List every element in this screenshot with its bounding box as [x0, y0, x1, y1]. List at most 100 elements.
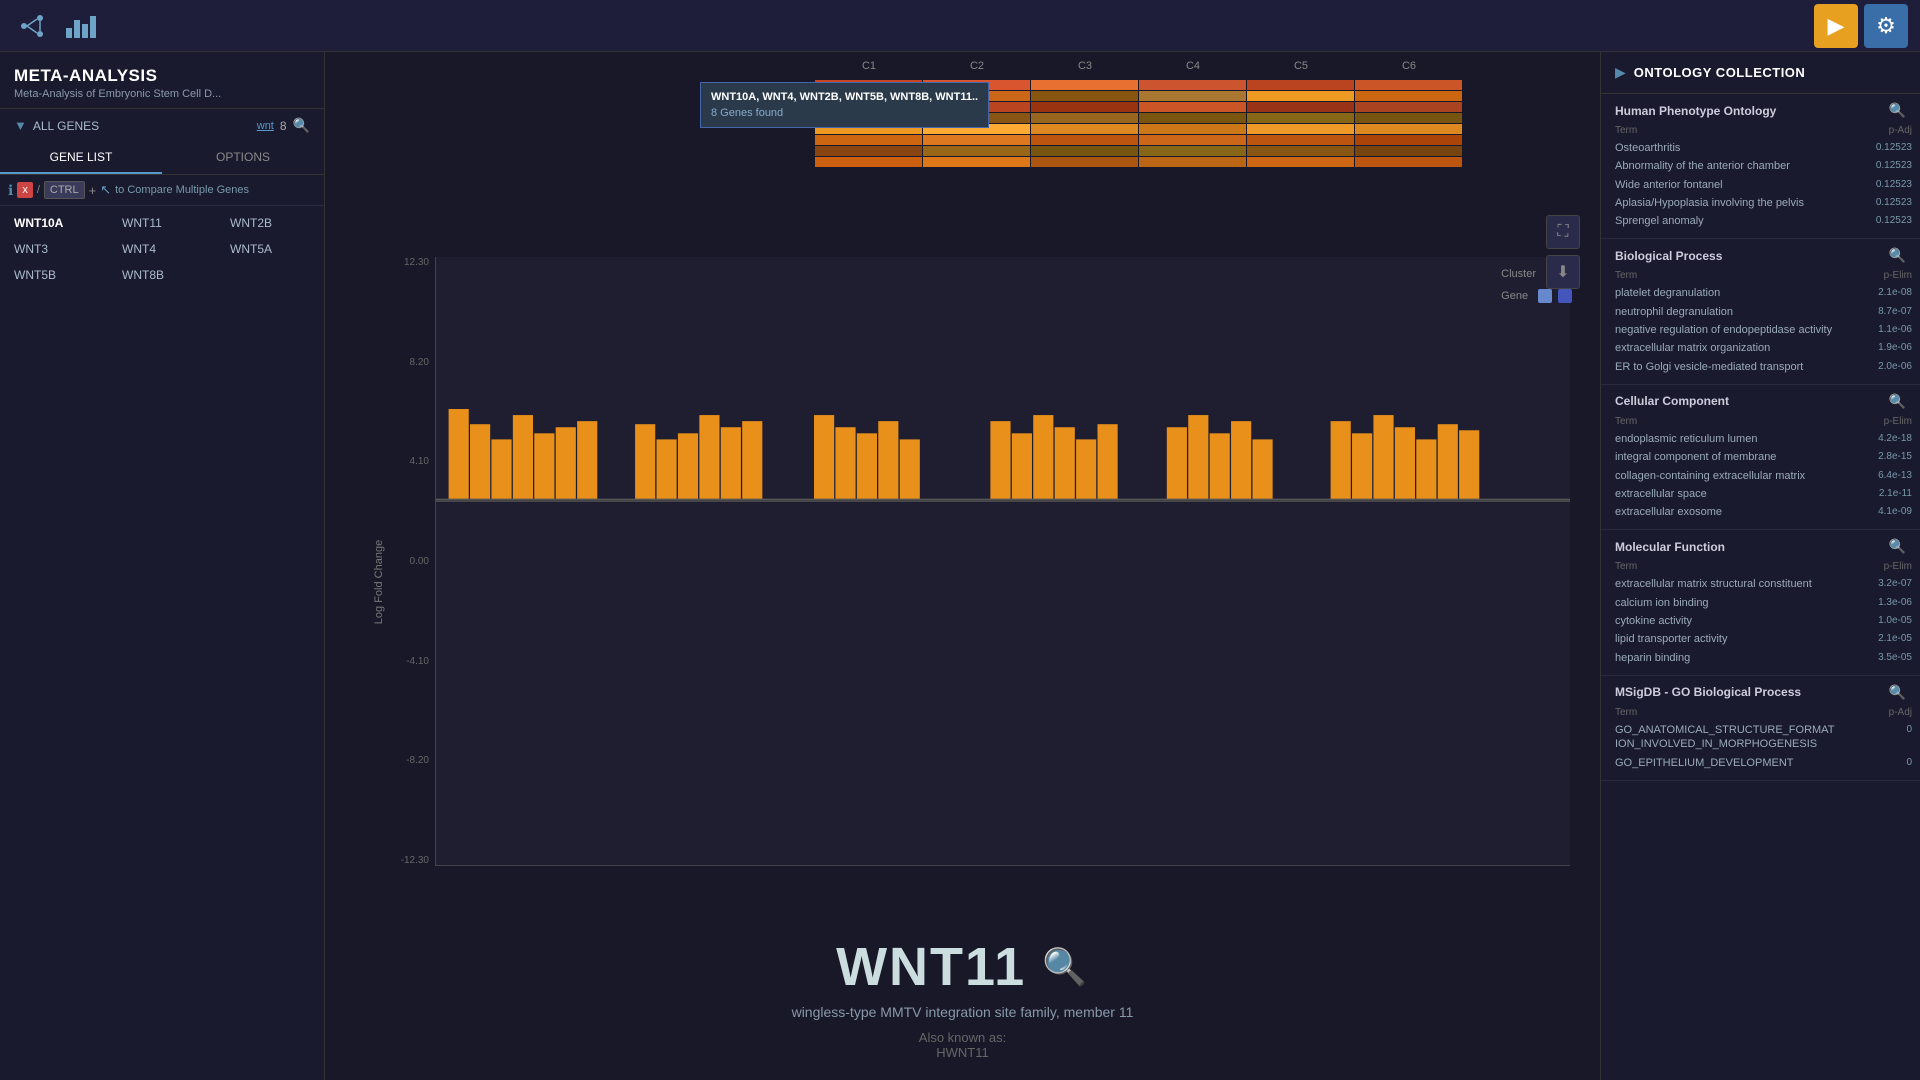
gene-name-text: WNT11 — [836, 936, 1026, 998]
msigdb-row-1[interactable]: GO_ANATOMICAL_STRUCTURE_FORMAT ION_INVOL… — [1615, 721, 1912, 754]
y-tick-12: 12.30 — [404, 257, 429, 268]
wnt-tag[interactable]: wnt — [257, 120, 274, 132]
y-tick-neg4: -4.10 — [406, 656, 429, 667]
gene-description: wingless-type MMTV integration site fami… — [345, 1004, 1580, 1020]
gene-wnt11[interactable]: WNT11 — [108, 210, 216, 236]
bio-process-search-icon[interactable]: 🔍 — [1889, 247, 1906, 264]
section-msigdb: MSigDB - GO Biological Process 🔍 Term p-… — [1601, 676, 1920, 781]
mf-row-1[interactable]: extracellular matrix structural constitu… — [1615, 575, 1912, 593]
mf-row-3[interactable]: cytokine activity 1.0e-05 — [1615, 612, 1912, 630]
hp-row-4[interactable]: Aplasia/Hypoplasia involving the pelvis … — [1615, 194, 1912, 212]
also-known-label: Also known as: — [919, 1030, 1006, 1045]
tab-gene-list[interactable]: GENE LIST — [0, 142, 162, 174]
section-bio-process: Biological Process 🔍 Term p-Elim platele… — [1601, 239, 1920, 384]
download-chart-button[interactable]: ⬇ — [1546, 255, 1580, 289]
cellular-component-header: Cellular Component 🔍 — [1601, 385, 1920, 414]
bp-row-1[interactable]: platelet degranulation 2.1e-08 — [1615, 284, 1912, 302]
bp-row-3[interactable]: negative regulation of endopeptidase act… — [1615, 321, 1912, 339]
cluster-label: Cluster — [1501, 268, 1536, 280]
gene-swatch-2 — [1558, 289, 1572, 303]
mf-row-2[interactable]: calcium ion binding 1.3e-06 — [1615, 594, 1912, 612]
mf-row-4[interactable]: lipid transporter activity 2.1e-05 — [1615, 630, 1912, 648]
settings-button[interactable]: ⚙ — [1864, 4, 1908, 48]
section-cellular-component: Cellular Component 🔍 Term p-Elim endopla… — [1601, 385, 1920, 530]
gene-wnt3[interactable]: WNT3 — [0, 236, 108, 262]
gene-wnt5a[interactable]: WNT5A — [216, 236, 324, 262]
expand-icon[interactable]: ▼ — [14, 118, 27, 133]
bp-row-4[interactable]: extracellular matrix organization 1.9e-0… — [1615, 339, 1912, 357]
gene-wnt5b[interactable]: WNT5B — [0, 262, 108, 288]
gene-wnt4[interactable]: WNT4 — [108, 236, 216, 262]
sidebar-toolbar: ℹ x / CTRL + ↖ to Compare Multiple Genes — [0, 175, 324, 206]
hp-row-5[interactable]: Sprengel anomaly 0.12523 — [1615, 212, 1912, 230]
cc-table-header: Term p-Elim — [1615, 414, 1912, 430]
y-axis: 12.30 8.20 4.10 0.00 -4.10 -8.20 -12.30 — [385, 257, 435, 866]
tooltip-found: 8 Genes found — [711, 107, 978, 119]
gene-search-icon[interactable]: 🔍 — [1042, 946, 1089, 988]
gene-wnt8b[interactable]: WNT8B — [108, 262, 216, 288]
tab-options[interactable]: OPTIONS — [162, 142, 324, 174]
chart-canvas: 12.30 8.20 4.10 0.00 -4.10 -8.20 -12.30 — [385, 257, 1570, 896]
heatmap-tooltip: WNT10A, WNT4, WNT2B, WNT5B, WNT8B, WNT11… — [700, 82, 989, 128]
msigdb-search-icon[interactable]: 🔍 — [1889, 684, 1906, 701]
tooltip-genes: WNT10A, WNT4, WNT2B, WNT5B, WNT8B, WNT11… — [711, 91, 978, 103]
mf-table-header: Term p-Elim — [1615, 559, 1912, 575]
center-panel: C1 C2 C3 C4 C5 C6 WNT10A, WNT4, WNT2B, W… — [325, 52, 1600, 1080]
main-layout: META-ANALYSIS Meta-Analysis of Embryonic… — [0, 52, 1920, 1080]
cc-row-5[interactable]: extracellular exosome 4.1e-09 — [1615, 503, 1912, 521]
cc-row-2[interactable]: integral component of membrane 2.8e-15 — [1615, 448, 1912, 466]
col-c3: C3 — [1031, 60, 1139, 72]
right-panel: ▶ ONTOLOGY COLLECTION Human Phenotype On… — [1600, 52, 1920, 1080]
sidebar-header: META-ANALYSIS Meta-Analysis of Embryonic… — [0, 52, 324, 109]
sidebar-search-icon[interactable]: 🔍 — [293, 117, 310, 134]
human-phenotype-title: Human Phenotype Ontology — [1615, 104, 1889, 118]
compare-label[interactable]: to Compare Multiple Genes — [115, 184, 249, 196]
gene-wnt2b[interactable]: WNT2B — [216, 210, 324, 236]
section-molecular-function: Molecular Function 🔍 Term p-Elim extrace… — [1601, 530, 1920, 675]
cc-row-1[interactable]: endoplasmic reticulum lumen 4.2e-18 — [1615, 430, 1912, 448]
hp-col-padj: p-Adj — [1842, 125, 1912, 136]
cellular-component-search-icon[interactable]: 🔍 — [1889, 393, 1906, 410]
mf-row-5[interactable]: heparin binding 3.5e-05 — [1615, 649, 1912, 667]
gene-grid: WNT10A WNT11 WNT2B WNT3 WNT4 WNT5A WNT5B… — [0, 206, 324, 292]
hp-row-1[interactable]: Osteoarthritis 0.12523 — [1615, 139, 1912, 157]
info-icon[interactable]: ℹ — [8, 182, 13, 199]
cc-row-3[interactable]: collagen-containing extracellular matrix… — [1615, 467, 1912, 485]
all-genes-label: ALL GENES — [33, 119, 257, 133]
col-c1: C1 — [815, 60, 923, 72]
gene-also-known-as-value: HWNT11 — [345, 1045, 1580, 1060]
y-tick-4: 4.10 — [410, 456, 429, 467]
cellular-component-title: Cellular Component — [1615, 394, 1889, 408]
bar-chart-svg[interactable] — [436, 257, 1570, 865]
bp-row-2[interactable]: neutrophil degranulation 8.7e-07 — [1615, 303, 1912, 321]
human-phenotype-search-icon[interactable]: 🔍 — [1889, 102, 1906, 119]
gene-name-display: WNT11 🔍 — [345, 936, 1580, 998]
y-tick-0: 0.00 — [410, 556, 429, 567]
triangle-icon: ▶ — [1615, 64, 1626, 81]
msigdb-row-2[interactable]: GO_EPITHELIUM_DEVELOPMENT 0 — [1615, 754, 1912, 772]
bp-row-5[interactable]: ER to Golgi vesicle-mediated transport 2… — [1615, 358, 1912, 376]
bp-table-header: Term p-Elim — [1615, 268, 1912, 284]
molecular-function-table: Term p-Elim extracellular matrix structu… — [1601, 559, 1920, 674]
network-icon[interactable] — [12, 6, 52, 46]
expand-chart-button[interactable]: ⛶ — [1546, 215, 1580, 249]
hp-row-2[interactable]: Abnormality of the anterior chamber 0.12… — [1615, 157, 1912, 175]
section-human-phenotype: Human Phenotype Ontology 🔍 Term p-Adj Os… — [1601, 94, 1920, 239]
col-c4: C4 — [1139, 60, 1247, 72]
plus-icon: + — [89, 183, 97, 198]
cc-row-4[interactable]: extracellular space 2.1e-11 — [1615, 485, 1912, 503]
hp-row-3[interactable]: Wide anterior fontanel 0.12523 — [1615, 176, 1912, 194]
gene-wnt10a[interactable]: WNT10A — [0, 210, 108, 236]
y-tick-neg12: -12.30 — [401, 855, 429, 866]
sidebar-title: META-ANALYSIS — [14, 66, 310, 86]
cursor-icon: ↖ — [100, 182, 111, 198]
molecular-function-header: Molecular Function 🔍 — [1601, 530, 1920, 559]
play-button[interactable]: ▶ — [1814, 4, 1858, 48]
ctrl-badge[interactable]: CTRL — [44, 181, 85, 199]
col-c6: C6 — [1355, 60, 1463, 72]
clear-button[interactable]: x — [17, 182, 33, 198]
bio-process-table: Term p-Elim platelet degranulation 2.1e-… — [1601, 268, 1920, 383]
gene-info-panel: WNT11 🔍 wingless-type MMTV integration s… — [325, 916, 1600, 1080]
chart-icon[interactable] — [62, 6, 102, 46]
molecular-function-search-icon[interactable]: 🔍 — [1889, 538, 1906, 555]
